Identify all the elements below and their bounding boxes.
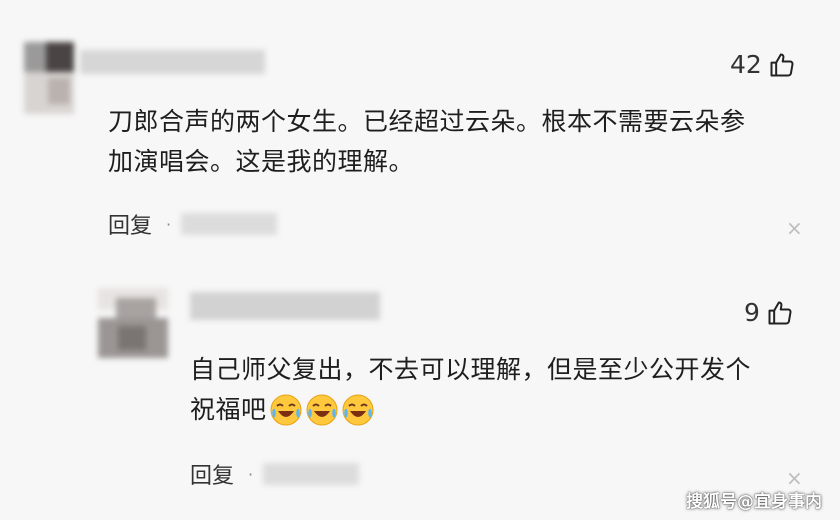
like-button[interactable]: 42 [730, 50, 796, 79]
reply-button[interactable]: 回复 [108, 208, 152, 240]
avatar[interactable] [24, 42, 74, 114]
laughing-crying-emoji [342, 394, 374, 426]
separator-dot: · [166, 214, 172, 234]
username[interactable] [80, 50, 265, 74]
watermark: 搜狐号@宜身事内 [686, 492, 822, 512]
thumbs-up-icon [770, 53, 794, 76]
comment-text: 自己师父复出，不去可以理解，但是至少公开发个 祝福吧 [190, 350, 751, 430]
username[interactable] [190, 292, 380, 320]
thumbs-up-icon [768, 301, 792, 324]
avatar[interactable] [98, 288, 168, 358]
reply-row: 回复 · [190, 458, 360, 490]
like-count: 42 [730, 50, 762, 79]
like-button[interactable]: 9 [744, 298, 794, 327]
laughing-crying-emoji [270, 394, 302, 426]
separator-dot: · [248, 464, 254, 484]
reply-button[interactable]: 回复 [190, 458, 234, 490]
timestamp [181, 213, 278, 235]
reply-row: 回复 · [108, 208, 278, 240]
like-count: 9 [744, 298, 760, 327]
comment-text: 刀郎合声的两个女生。已经超过云朵。根本不需要云朵参 加演唱会。这是我的理解。 [108, 107, 746, 176]
laughing-crying-emoji [306, 394, 338, 426]
timestamp [263, 463, 360, 485]
close-icon[interactable]: × [786, 216, 803, 240]
